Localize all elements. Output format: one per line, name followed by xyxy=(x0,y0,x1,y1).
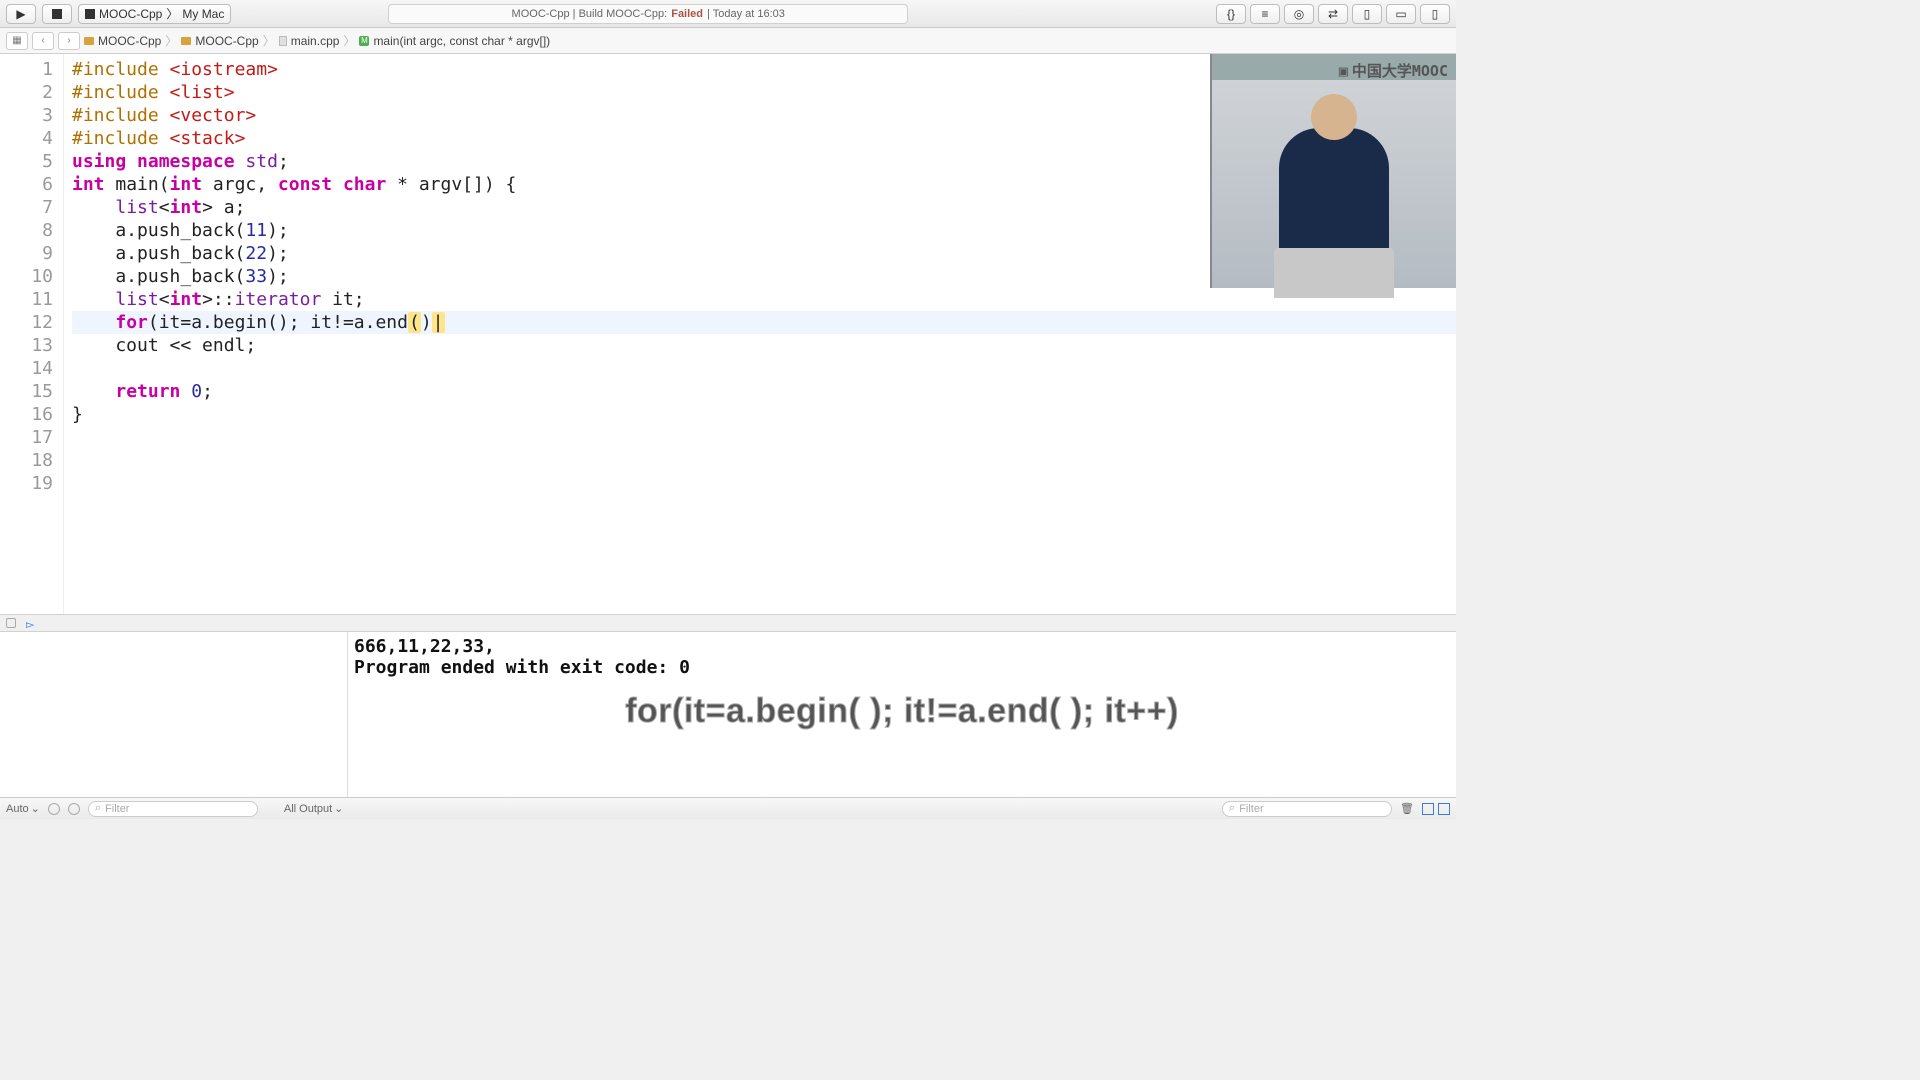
line-gutter: 12345678910111213141516171819 xyxy=(0,54,64,614)
variables-view[interactable] xyxy=(0,632,348,797)
trash-icon[interactable]: 🗑 xyxy=(1400,802,1414,815)
play-icon: ▶ xyxy=(16,7,25,21)
code-line[interactable]: for(it=a.begin(); it!=a.end()| xyxy=(72,311,1456,334)
target-name: My Mac xyxy=(182,7,224,21)
scheme-name: MOOC-Cpp xyxy=(99,7,162,21)
file-icon xyxy=(279,36,287,46)
laptop-icon xyxy=(1274,248,1394,298)
standard-editor-button[interactable]: ≡ xyxy=(1250,4,1280,24)
breakpoint-toggle-icon[interactable] xyxy=(6,618,16,628)
code-snippets-button[interactable]: {} xyxy=(1216,4,1246,24)
toolbar-right-group: {} ≡ ◎ ⇄ ▯ ▭ ▯ xyxy=(1216,4,1450,24)
debug-console: 666,11,22,33, Program ended with exit co… xyxy=(0,632,1456,797)
pane-toggle-group xyxy=(1422,803,1450,815)
project-icon xyxy=(84,37,94,45)
scheme-icon xyxy=(85,9,95,19)
left-pane-toggle[interactable] xyxy=(1422,803,1434,815)
xcode-window: ▶ MOOC-Cpp 〉 My Mac MOOC-Cpp | Build MOO… xyxy=(0,0,1456,819)
video-subtitle: for(it=a.begin( ); it!=a.end( ); it++) xyxy=(625,692,1179,731)
breadcrumb[interactable]: MOOC-Cpp 〉 MOOC-Cpp 〉 main.cpp 〉 M main(… xyxy=(84,32,550,49)
code-line[interactable]: return 0; xyxy=(72,380,1456,403)
assistant-editor-button[interactable]: ◎ xyxy=(1284,4,1314,24)
code-line[interactable] xyxy=(72,472,1456,495)
debug-bar[interactable]: ▻ xyxy=(0,614,1456,632)
nav-back-button[interactable]: ‹ xyxy=(32,32,54,50)
continue-icon[interactable]: ▻ xyxy=(26,618,44,628)
lecturer-figure xyxy=(1279,128,1389,298)
editor-area: 12345678910111213141516171819 #include <… xyxy=(0,54,1456,614)
panel-bottom-button[interactable]: ▭ xyxy=(1386,4,1416,24)
lines-icon: ≡ xyxy=(1261,7,1268,21)
toolbar: ▶ MOOC-Cpp 〉 My Mac MOOC-Cpp | Build MOO… xyxy=(0,0,1456,28)
video-overlay: ▣ 中国大学MOOC xyxy=(1210,54,1456,288)
rings-icon: ◎ xyxy=(1294,7,1304,21)
code-line[interactable]: } xyxy=(72,403,1456,426)
filter-icon: ⌕ xyxy=(1229,802,1235,815)
console-line: 666,11,22,33, xyxy=(354,636,1450,657)
nav-forward-button[interactable]: › xyxy=(58,32,80,50)
panel-right-icon: ▯ xyxy=(1432,7,1439,21)
version-editor-button[interactable]: ⇄ xyxy=(1318,4,1348,24)
scheme-selector[interactable]: MOOC-Cpp 〉 My Mac xyxy=(78,4,231,24)
run-button[interactable]: ▶ xyxy=(6,4,36,24)
related-items-button[interactable]: ▦ xyxy=(6,32,28,50)
info-icon[interactable] xyxy=(48,803,60,815)
filter-icon: ⌕ xyxy=(95,802,101,815)
arrows-icon: ⇄ xyxy=(1328,7,1338,21)
code-line[interactable] xyxy=(72,426,1456,449)
variables-filter-input[interactable]: ⌕ Filter xyxy=(88,801,258,817)
braces-icon: {} xyxy=(1227,7,1235,21)
bottom-bar: Auto ⌄ ⌕ Filter All Output ⌄ ⌕ Filter 🗑 xyxy=(0,797,1456,819)
folder-icon xyxy=(181,37,191,45)
activity-status[interactable]: MOOC-Cpp | Build MOOC-Cpp: Failed | Toda… xyxy=(388,4,908,24)
function-icon: M xyxy=(359,36,369,46)
auto-selector[interactable]: Auto ⌄ xyxy=(6,802,40,815)
info2-icon[interactable] xyxy=(68,803,80,815)
panel-right-button[interactable]: ▯ xyxy=(1420,4,1450,24)
code-line[interactable]: cout << endl; xyxy=(72,334,1456,357)
stop-icon xyxy=(52,9,62,19)
console-output[interactable]: 666,11,22,33, Program ended with exit co… xyxy=(348,632,1456,797)
panel-left-button[interactable]: ▯ xyxy=(1352,4,1382,24)
video-scene xyxy=(1212,80,1456,288)
console-line: Program ended with exit code: 0 xyxy=(354,657,1450,678)
panel-bottom-icon: ▭ xyxy=(1395,7,1406,21)
right-pane-toggle[interactable] xyxy=(1438,803,1450,815)
code-line[interactable] xyxy=(72,449,1456,472)
console-filter-input[interactable]: ⌕ Filter xyxy=(1222,801,1392,817)
stop-button[interactable] xyxy=(42,4,72,24)
panel-left-icon: ▯ xyxy=(1364,7,1371,21)
code-line[interactable]: list<int>::iterator it; xyxy=(72,288,1456,311)
jump-bar: ▦ ‹ › MOOC-Cpp 〉 MOOC-Cpp 〉 main.cpp 〉 M… xyxy=(0,28,1456,54)
code-line[interactable] xyxy=(72,357,1456,380)
output-selector[interactable]: All Output ⌄ xyxy=(284,802,344,815)
